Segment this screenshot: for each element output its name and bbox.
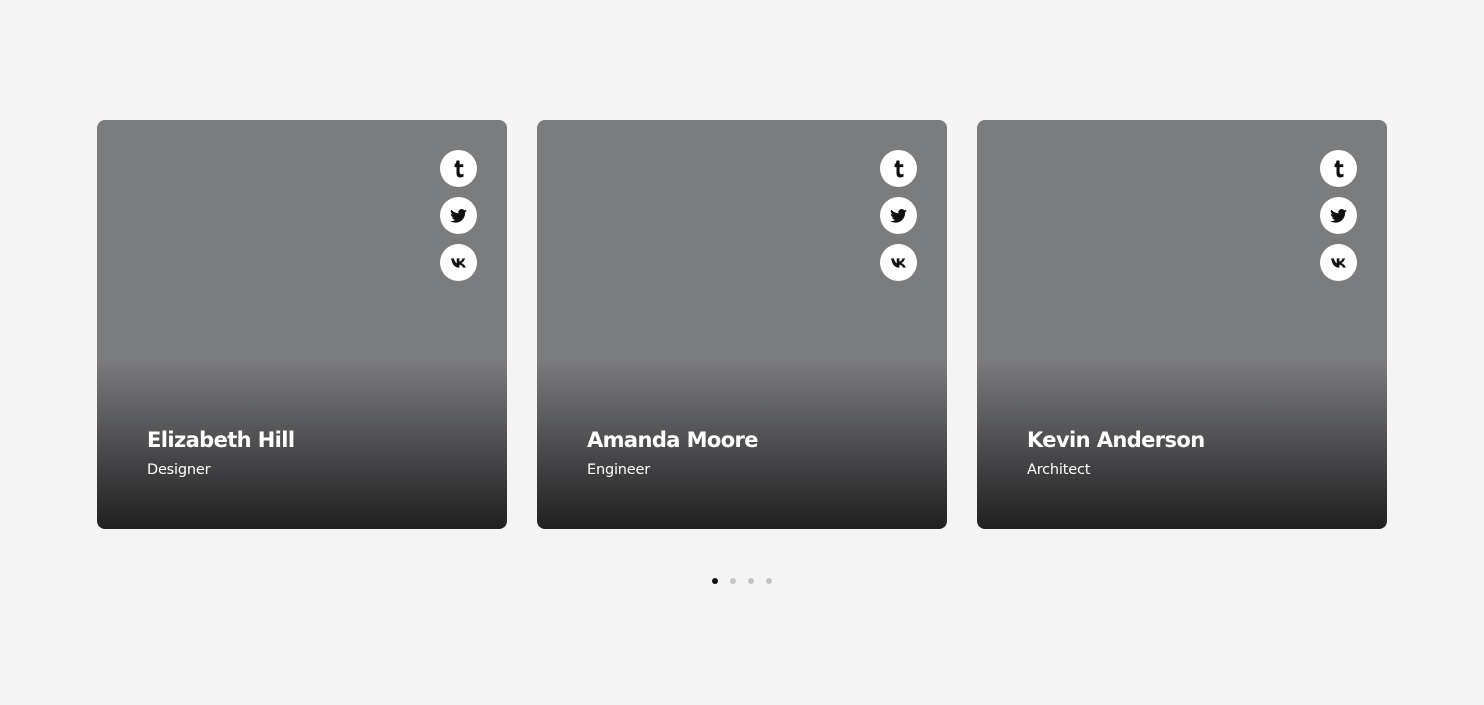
vk-icon [891, 257, 906, 268]
tumblr-link[interactable] [440, 150, 477, 187]
social-links [1320, 150, 1357, 281]
vk-icon [1331, 257, 1346, 268]
vk-link[interactable] [1320, 244, 1357, 281]
member-name: Kevin Anderson [1027, 428, 1205, 452]
tumblr-icon [894, 160, 903, 177]
team-card[interactable]: Elizabeth Hill Designer [97, 120, 507, 529]
carousel-pagination [712, 578, 772, 584]
pagination-dot-2[interactable] [730, 578, 736, 584]
team-card[interactable]: Amanda Moore Engineer [537, 120, 947, 529]
social-links [440, 150, 477, 281]
twitter-icon [1330, 208, 1347, 223]
vk-icon [451, 257, 466, 268]
tumblr-icon [454, 160, 463, 177]
member-role: Architect [1027, 462, 1091, 478]
member-info: Amanda Moore Engineer [587, 426, 759, 480]
tumblr-icon [1334, 160, 1343, 177]
member-name: Elizabeth Hill [147, 428, 295, 452]
member-role: Engineer [587, 462, 650, 478]
member-role: Designer [147, 462, 211, 478]
member-name: Amanda Moore [587, 428, 759, 452]
social-links [880, 150, 917, 281]
twitter-icon [450, 208, 467, 223]
team-carousel: Elizabeth Hill Designer Amanda Moore Eng… [97, 120, 1387, 529]
team-card[interactable]: Kevin Anderson Architect [977, 120, 1387, 529]
twitter-link[interactable] [440, 197, 477, 234]
twitter-link[interactable] [1320, 197, 1357, 234]
twitter-icon [890, 208, 907, 223]
vk-link[interactable] [880, 244, 917, 281]
pagination-dot-3[interactable] [748, 578, 754, 584]
pagination-dot-4[interactable] [766, 578, 772, 584]
member-info: Kevin Anderson Architect [1027, 426, 1205, 480]
member-info: Elizabeth Hill Designer [147, 426, 295, 480]
vk-link[interactable] [440, 244, 477, 281]
pagination-dot-1[interactable] [712, 578, 718, 584]
twitter-link[interactable] [880, 197, 917, 234]
tumblr-link[interactable] [1320, 150, 1357, 187]
tumblr-link[interactable] [880, 150, 917, 187]
